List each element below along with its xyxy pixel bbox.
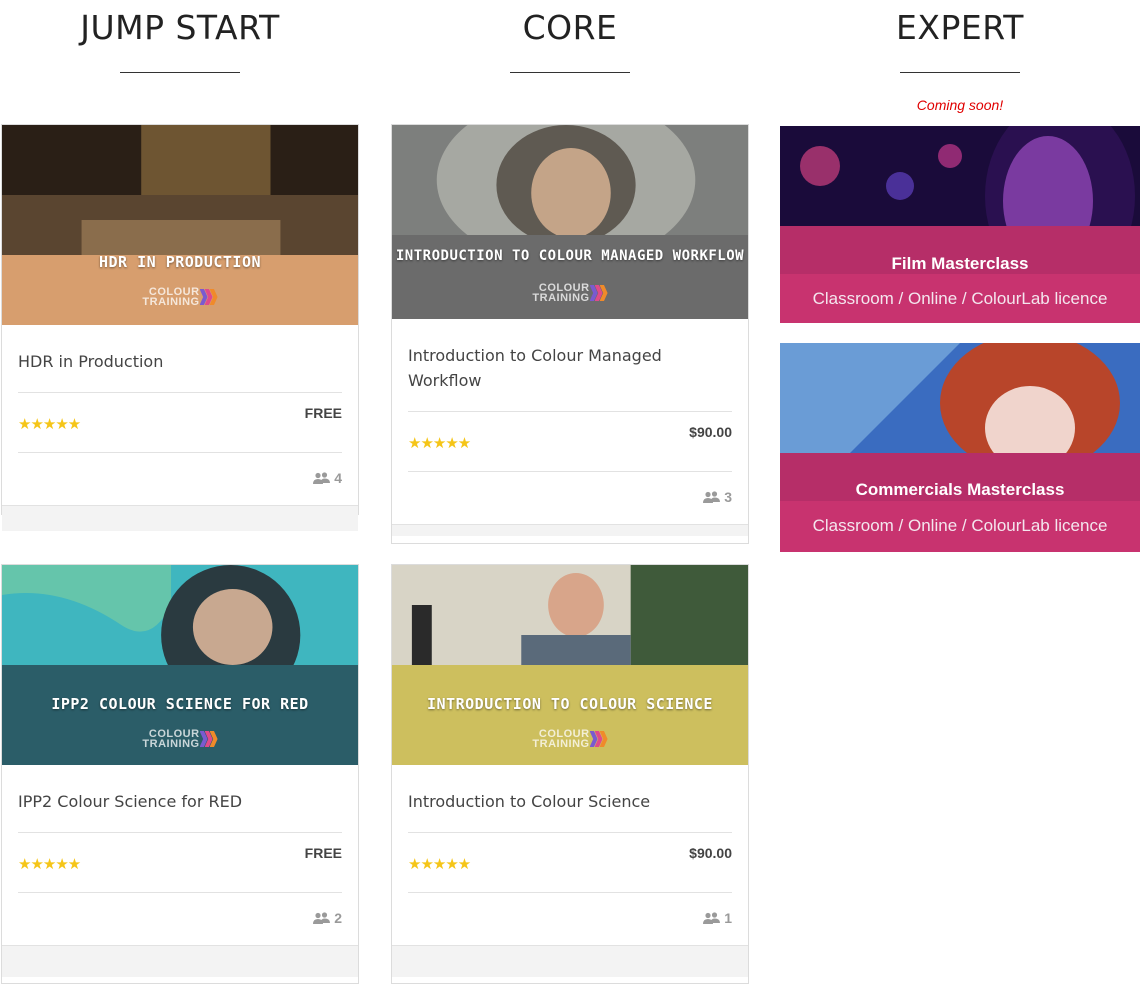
course-banner-text: INTRODUCTION TO COLOUR MANAGED WORKFLOW [395,248,745,264]
promo-film-masterclass[interactable]: Film Masterclass Classroom / Online / Co… [780,126,1140,323]
chevron-right-icon [589,285,608,301]
course-title[interactable]: IPP2 Colour Science for RED [18,765,342,833]
student-count: 4 [334,470,342,486]
promo-title: Film Masterclass [891,254,1029,273]
users-icon [703,911,721,924]
student-count: 1 [724,910,732,926]
column-title-expert: EXPERT [896,8,1024,47]
column-title-core: CORE [522,8,618,47]
student-count: 3 [724,489,732,505]
colour-training-logo: COLOUR TRAINING [2,287,358,308]
course-price: $90.00 [689,845,732,861]
column-divider [900,72,1020,73]
chevron-right-icon [199,289,218,305]
column-title-jump-start: JUMP START [80,8,280,47]
course-price: FREE [304,405,342,421]
star-icon: ★★★★★ [18,855,81,873]
chevron-right-icon [199,731,218,747]
course-thumbnail[interactable]: INTRODUCTION TO COLOUR SCIENCE COLOUR TRA… [392,565,748,765]
star-icon: ★★★★★ [408,855,471,873]
course-thumbnail[interactable]: HDR IN PRODUCTION COLOUR TRAINING [2,125,358,325]
course-title[interactable]: HDR in Production [18,325,342,393]
chevron-right-icon [589,731,608,747]
course-card[interactable]: INTRODUCTION TO COLOUR SCIENCE COLOUR TRA… [391,564,749,984]
course-thumbnail[interactable]: INTRODUCTION TO COLOUR MANAGED WORKFLOW … [392,125,748,319]
promo-title: Commercials Masterclass [855,480,1065,499]
coming-soon-note: Coming soon! [916,97,1004,113]
course-card[interactable]: HDR IN PRODUCTION COLOUR TRAINING HDR in … [1,124,359,531]
colour-training-logo: COLOUR TRAINING [2,729,358,750]
course-title[interactable]: Introduction to Colour Science [408,765,732,833]
colour-training-logo: COLOUR TRAINING [392,729,748,750]
course-banner-text: INTRODUCTION TO COLOUR SCIENCE [427,695,713,713]
card-footer [2,505,358,531]
colour-training-logo: COLOUR TRAINING [392,283,748,304]
promo-subtitle: Classroom / Online / ColourLab licence [812,289,1108,308]
course-card[interactable]: IPP2 COLOUR SCIENCE FOR RED COLOUR TRAINI… [1,564,359,984]
promo-commercials-masterclass[interactable]: Commercials Masterclass Classroom / Onli… [780,343,1140,552]
course-banner-text: HDR IN PRODUCTION [98,253,262,271]
course-title[interactable]: Introduction to Colour Managed Workflow [408,319,732,412]
column-divider [510,72,630,73]
users-icon [313,471,331,484]
course-price: FREE [304,845,342,861]
course-price: $90.00 [689,424,732,440]
star-icon: ★★★★★ [408,434,471,452]
course-thumbnail[interactable]: IPP2 COLOUR SCIENCE FOR RED COLOUR TRAINI… [2,565,358,765]
card-footer [392,524,748,536]
star-icon: ★★★★★ [18,415,81,433]
users-icon [703,490,721,503]
student-count: 2 [334,910,342,926]
card-footer [392,945,748,977]
course-banner-text: IPP2 COLOUR SCIENCE FOR RED [51,695,309,713]
users-icon [313,911,331,924]
card-footer [2,945,358,977]
promo-subtitle: Classroom / Online / ColourLab licence [812,516,1108,535]
course-card[interactable]: INTRODUCTION TO COLOUR MANAGED WORKFLOW … [391,124,749,544]
column-divider [120,72,240,73]
